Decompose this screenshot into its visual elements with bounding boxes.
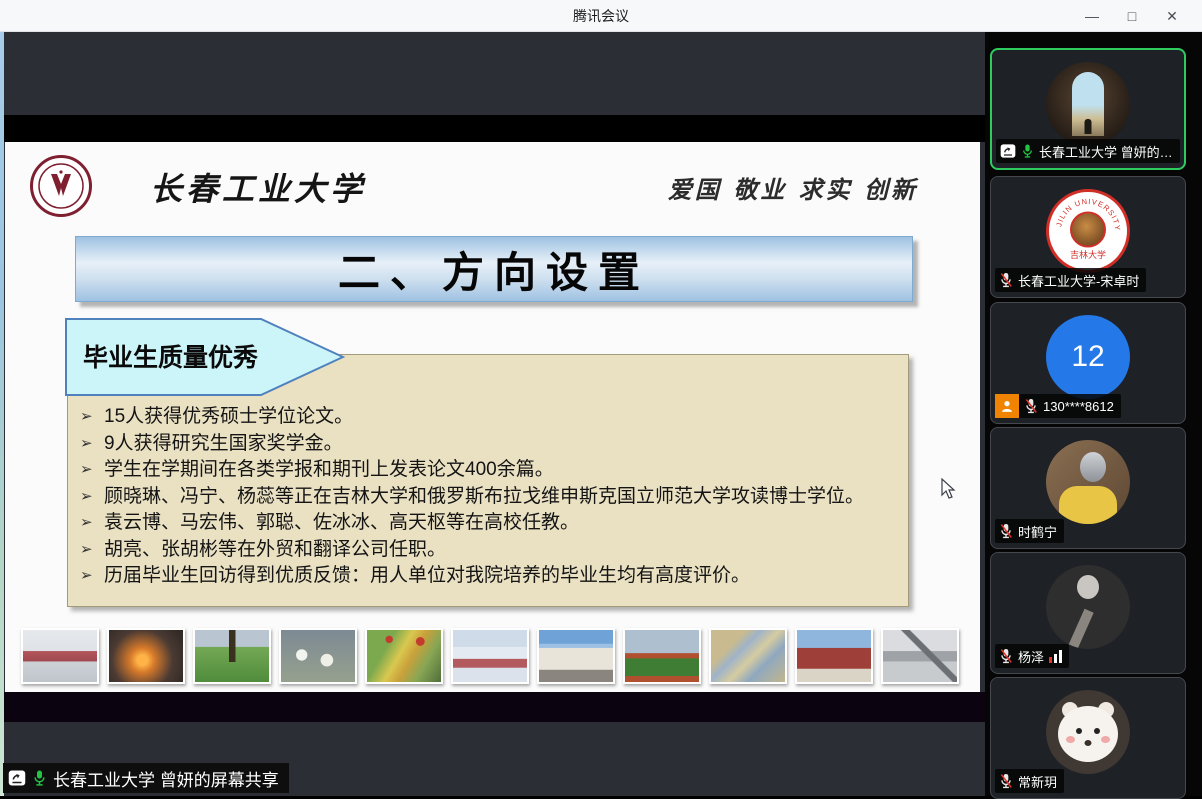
participant-tile[interactable]: 常新玥	[990, 677, 1186, 799]
participant-namebar: 常新玥	[995, 769, 1064, 793]
participant-namebar: 130****8612	[995, 394, 1121, 418]
university-name: 长春工业大学	[150, 164, 366, 210]
shared-desktop-edge	[0, 32, 4, 796]
screen-share-banner: 长春工业大学 曾妍的屏幕共享	[3, 763, 289, 793]
bullet-item: ➢顾晓琳、冯宁、杨蕊等正在吉林大学和俄罗斯布拉戈维申斯克国立师范大学攻读博士学位…	[80, 484, 906, 511]
presentation-letterbox-bottom	[4, 692, 985, 722]
mic-muted-icon	[999, 773, 1013, 789]
campus-photo-3	[193, 628, 271, 684]
participant-namebar: 长春工业大学-宋卓时	[995, 268, 1146, 292]
bullet-item: ➢历届毕业生回访得到优质反馈：用人单位对我院培养的毕业生均有高度评价。	[80, 563, 906, 590]
svg-text:JILIN UNIVERSITY · CHINA: JILIN UNIVERSITY · CHINA	[1049, 192, 1122, 231]
campus-photo-8	[623, 628, 701, 684]
campus-photo-5	[365, 628, 443, 684]
section-title-banner: 二、方向设置	[75, 236, 913, 302]
close-button[interactable]: ✕	[1152, 0, 1192, 32]
screen-share-icon	[1000, 143, 1016, 159]
participant-tile-presenter[interactable]: 长春工业大学 曾妍的…	[990, 48, 1186, 170]
participant-name: 130****8612	[1043, 399, 1114, 414]
participant-name: 长春工业大学-宋卓时	[1018, 271, 1139, 290]
participant-name: 时鹤宁	[1018, 522, 1057, 541]
mic-muted-icon	[999, 272, 1013, 288]
participants-sidebar: 长春工业大学 曾妍的… JILIN UNIVERSITY · CHINA 吉林大…	[985, 32, 1202, 796]
participant-namebar: 长春工业大学 曾妍的…	[996, 139, 1180, 163]
mic-muted-icon	[999, 523, 1013, 539]
network-signal-icon	[1049, 650, 1062, 663]
maximize-button[interactable]: □	[1112, 0, 1152, 32]
campus-photo-6	[451, 628, 529, 684]
window-title: 腾讯会议	[573, 6, 629, 26]
mic-on-icon	[1021, 143, 1034, 159]
campus-photo-9	[709, 628, 787, 684]
avatar-archway-photo	[1046, 62, 1130, 146]
avatar-number: 12	[1046, 315, 1130, 399]
minimize-button[interactable]: —	[1072, 0, 1112, 32]
bullet-item: ➢15人获得优秀硕士学位论文。	[80, 404, 906, 431]
mic-on-icon	[32, 769, 47, 787]
bullet-list: ➢15人获得优秀硕士学位论文。 ➢9人获得研究生国家奖学金。 ➢学生在学期间在各…	[80, 404, 906, 590]
avatar-bw-photo	[1046, 565, 1130, 649]
callout-label: 毕业生质量优秀	[83, 338, 258, 374]
guest-badge-icon	[995, 394, 1019, 418]
participant-name: 杨泽	[1018, 647, 1044, 666]
participant-name: 常新玥	[1018, 772, 1057, 791]
participant-tile[interactable]: JILIN UNIVERSITY · CHINA 吉林大学 长春工业大学-宋卓时	[990, 176, 1186, 298]
svg-text:吉林大学: 吉林大学	[1070, 249, 1106, 260]
university-motto: 爱国 敬业 求实 创新	[668, 170, 918, 205]
mouse-cursor	[941, 478, 957, 500]
window-controls: — □ ✕	[1072, 0, 1192, 32]
university-logo-emblem	[37, 162, 85, 210]
participant-namebar: 杨泽	[995, 644, 1069, 668]
bullet-item: ➢9人获得研究生国家奖学金。	[80, 431, 906, 458]
presentation-slide: 长春工业大学 爱国 敬业 求实 创新 二、方向设置 毕业生质量优秀 ➢15人获得…	[5, 142, 980, 692]
presentation-letterbox-top	[4, 115, 985, 142]
bullet-item: ➢学生在学期间在各类学报和期刊上发表论文400余篇。	[80, 457, 906, 484]
title-bar: 腾讯会议 — □ ✕	[0, 0, 1202, 32]
campus-photo-strip	[21, 628, 959, 688]
mic-muted-icon	[1024, 398, 1038, 414]
campus-photo-2	[107, 628, 185, 684]
participant-tile[interactable]: 杨泽	[990, 552, 1186, 674]
avatar-university-seal: JILIN UNIVERSITY · CHINA 吉林大学	[1046, 189, 1130, 273]
bullet-item: ➢袁云博、马宏伟、郭聪、佐冰冰、高天枢等在高校任教。	[80, 510, 906, 537]
campus-photo-4	[279, 628, 357, 684]
screen-share-label: 长春工业大学 曾妍的屏幕共享	[53, 766, 279, 791]
participant-name: 长春工业大学 曾妍的…	[1039, 142, 1173, 161]
screen-share-view: 长春工业大学 爱国 敬业 求实 创新 二、方向设置 毕业生质量优秀 ➢15人获得…	[0, 32, 985, 796]
participant-tile[interactable]: 12 130****8612	[990, 302, 1186, 424]
participant-tile[interactable]: 时鹤宁	[990, 427, 1186, 549]
campus-photo-10	[795, 628, 873, 684]
section-title: 二、方向设置	[338, 239, 650, 300]
campus-photo-11	[881, 628, 959, 684]
university-logo	[30, 155, 92, 217]
meeting-main-area: 长春工业大学 爱国 敬业 求实 创新 二、方向设置 毕业生质量优秀 ➢15人获得…	[0, 32, 1202, 796]
avatar-masked-person	[1046, 440, 1130, 524]
campus-photo-1	[21, 628, 99, 684]
avatar-dog-photo	[1046, 690, 1130, 774]
screen-share-icon	[8, 769, 26, 787]
participant-namebar: 时鹤宁	[995, 519, 1064, 543]
mic-muted-icon	[999, 648, 1013, 664]
campus-photo-7	[537, 628, 615, 684]
bullet-item: ➢胡亮、张胡彬等在外贸和翻译公司任职。	[80, 537, 906, 564]
